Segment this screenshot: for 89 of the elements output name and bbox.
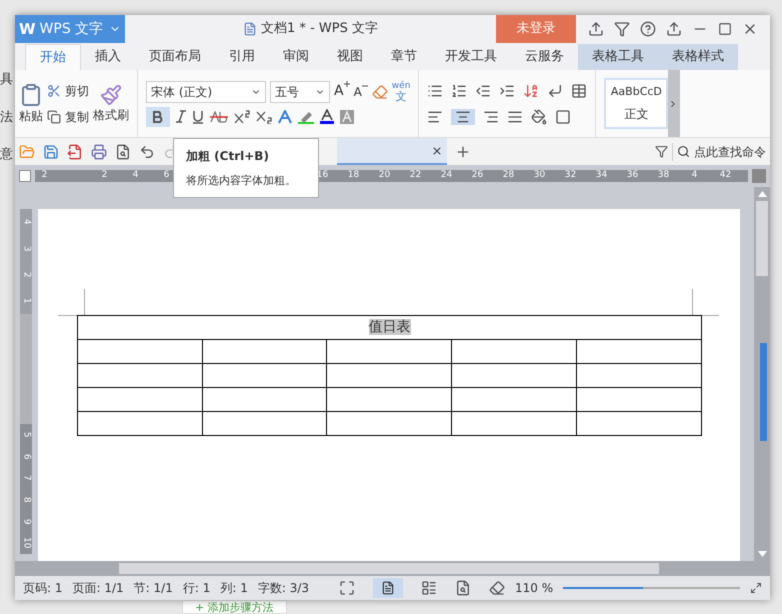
status-text: 列: 1 [220,580,248,597]
ribbon-tab[interactable]: 审阅 [269,44,323,70]
font-color-icon[interactable] [320,109,334,124]
help-icon[interactable] [640,21,656,37]
char-shading-icon[interactable] [340,110,354,124]
search-icon [677,145,690,158]
scroll-thumb[interactable] [756,201,768,276]
highlight-icon[interactable] [298,110,314,124]
bullet-list-icon[interactable] [427,82,444,98]
grow-font-button[interactable]: A [334,81,350,102]
paintbrush-icon [100,84,122,106]
shrink-font-button[interactable]: A [354,82,368,100]
clipboard-icon [19,82,43,106]
status-text: 字数: 3/3 [258,580,310,597]
page-text: 具 [0,71,13,89]
tab-stop-selector[interactable] [19,170,31,182]
paste-button[interactable]: 粘贴 [19,82,43,124]
new-tab-icon[interactable] [455,144,471,160]
align-center-icon[interactable] [451,108,476,124]
font-name-dropdown[interactable]: 宋体 (正文) [146,80,266,102]
justify-icon[interactable] [507,108,524,124]
subscript-icon[interactable] [256,110,272,124]
numbered-list-icon[interactable] [451,82,468,98]
maximize-icon[interactable] [718,22,732,36]
superscript-icon[interactable] [234,110,250,124]
table-title: 值日表 [368,319,410,335]
status-text: 行: 1 [182,580,210,597]
copy-icon [47,110,61,124]
scroll-thumb[interactable] [119,563,659,574]
ribbon-tab[interactable]: 云服务 [511,44,578,70]
italic-icon[interactable] [176,110,186,123]
ribbon-tab[interactable]: 视图 [323,44,377,70]
status-text: 节: 1/1 [134,580,173,597]
font-size-dropdown[interactable]: 五号 [270,80,330,102]
ribbon-tab[interactable]: 表格样式 [658,44,738,70]
format-painter-button[interactable]: 格式刷 [93,84,129,124]
underline-icon[interactable] [192,110,204,124]
undo-icon[interactable] [139,144,155,160]
ruler-toggle-icon[interactable] [752,169,766,183]
close-tab-icon[interactable] [431,144,443,156]
borders-icon[interactable] [555,108,572,124]
scissors-icon [47,84,61,98]
page-text: 意 [0,146,13,164]
ribbon-tab[interactable]: 开始 [25,44,81,70]
ribbon-tab[interactable]: 表格工具 [578,44,658,70]
phonetic-guide-button[interactable]: wén 文 [392,82,410,102]
save-icon[interactable] [43,144,59,160]
ribbon-tab[interactable]: 插入 [81,44,135,70]
align-right-icon[interactable] [483,108,500,124]
web-view-icon[interactable] [455,580,472,596]
page-view-icon[interactable] [373,578,404,598]
tooltip-title: 加粗 (Ctrl+B) [186,148,270,165]
clear-format-icon[interactable] [372,84,388,100]
ribbon-tab[interactable]: 页面布局 [135,44,215,70]
minus-icon [362,82,368,88]
copy-button[interactable]: 复制 [47,108,89,126]
sort-icon[interactable] [523,82,540,98]
print-preview-icon[interactable] [115,144,131,160]
bold-icon[interactable] [146,106,170,126]
app-logo: W [18,18,37,40]
plus-icon [344,81,350,87]
ribbon-tab[interactable]: 引用 [215,44,269,70]
decrease-indent-icon[interactable] [475,82,492,98]
align-left-icon[interactable] [427,108,444,124]
window-title: 文档1 * - WPS 文字 [261,20,378,38]
zoom-text: 110 % [515,580,554,597]
ribbon-tab[interactable]: 章节 [377,44,431,70]
strikethrough-icon[interactable] [210,110,228,122]
page-text: 法 [0,108,13,126]
ribbon-tab[interactable]: 开发工具 [431,44,511,70]
line-break-icon[interactable] [547,82,564,98]
vertical-ruler: 4 3 2 1 5 6 7 8 9 10 [20,209,32,554]
cut-button[interactable]: 剪切 [47,82,89,100]
export-pdf-icon[interactable] [67,144,83,160]
status-text: 页面: 1/1 [72,580,124,597]
fit-zoom-icon[interactable] [750,582,762,594]
style-gallery-item[interactable]: AaBbCcD 正文 [604,78,668,129]
increase-indent-icon[interactable] [499,82,516,98]
upload-icon[interactable] [666,21,682,37]
command-search-field[interactable]: 点此查找命令 [672,142,766,160]
fullscreen-icon[interactable] [339,580,356,596]
print-icon[interactable] [91,144,107,160]
status-text: 页码: 1 [23,580,62,597]
horizontal-scrollbar[interactable] [15,561,770,576]
table-icon[interactable] [571,82,588,98]
document-icon [243,22,258,36]
text-effect-icon[interactable] [278,110,292,124]
shading-icon[interactable] [531,108,548,124]
outline-view-icon[interactable] [421,580,438,596]
